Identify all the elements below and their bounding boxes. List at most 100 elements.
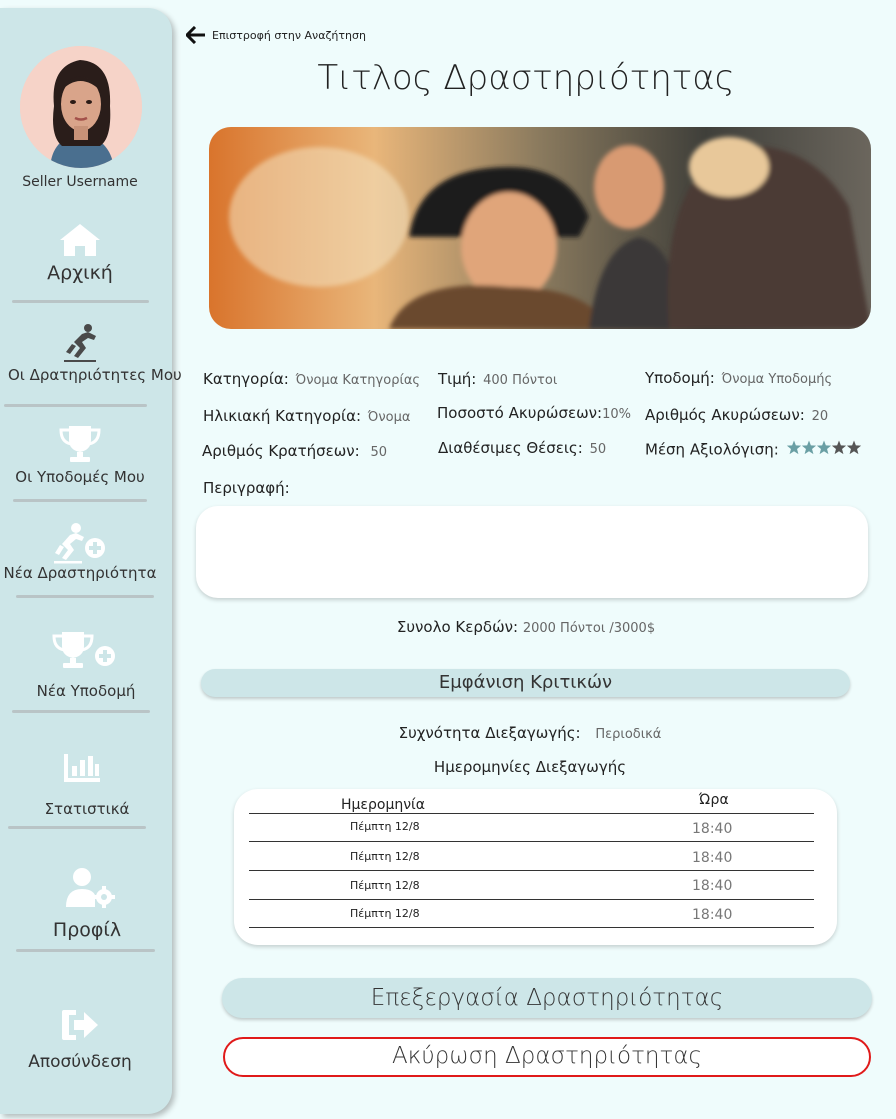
star-filled-icon <box>801 440 816 455</box>
user-gear-icon <box>66 868 115 908</box>
price-field: Τιμή: 400 Πόντοι <box>438 370 557 388</box>
skater-plus-icon <box>54 523 105 564</box>
facility-field: Υποδομή: Όνομα Υποδομής <box>645 369 832 387</box>
trophy-plus-icon <box>52 632 115 668</box>
price-label: Τιμή: <box>438 370 477 388</box>
frequency-field: Συχνότητα Διεξαγωγής: Περιοδικά <box>200 724 860 742</box>
time-column-header: Ώρα <box>699 792 729 808</box>
table-row-time: 18:40 <box>692 878 733 894</box>
category-label: Κατηγορία: <box>203 370 289 388</box>
cancel-rate-value: 10% <box>602 407 632 422</box>
available-seats-value: 50 <box>589 442 607 457</box>
back-to-search-link[interactable]: Επιστροφή στην Αναζήτηση <box>186 26 366 44</box>
cancel-activity-button[interactable]: Ακύρωση Δραστηριότητας <box>223 1037 871 1077</box>
bar-chart-icon <box>64 754 100 782</box>
facility-value: Όνομα Υποδομής <box>721 372 833 387</box>
sidebar-item-label: Προφίλ <box>52 919 122 941</box>
table-row-date: Πέμπτη 12/8 <box>350 879 420 892</box>
earnings-label: Συνολο Κερδών: <box>396 618 519 636</box>
table-row-date: Πέμπτη 12/8 <box>350 850 420 863</box>
star-filled-icon <box>816 440 831 455</box>
arrow-left-icon <box>186 26 205 44</box>
sidebar-item-label: Στατιστικά <box>44 800 130 818</box>
sidebar-item-new-facility[interactable]: Νέα Υποδομή <box>0 630 160 700</box>
total-earnings: Συνολο Κερδών: 2000 Πόντοι /3000$ <box>200 618 852 636</box>
sidebar-item-label: Νέα Υποδομή <box>36 682 136 700</box>
table-row-time: 18:40 <box>692 907 733 923</box>
table-row-time: 18:40 <box>692 821 733 837</box>
sidebar-item-home[interactable]: Αρχική <box>0 222 160 284</box>
available-seats-field: Διαθέσιμες Θέσεις: 50 <box>438 439 606 457</box>
divider <box>249 870 814 871</box>
sidebar-item-statistics[interactable]: Στατιστικά <box>0 752 160 818</box>
category-field: Κατηγορία: Όνομα Κατηγορίας <box>203 370 420 388</box>
sidebar-item-label: Αρχική <box>47 262 113 284</box>
frequency-value: Περιοδικά <box>595 727 662 742</box>
seller-username: Seller Username <box>22 174 138 190</box>
page-title: Τιτλος Δραστηριότητας <box>317 58 735 98</box>
logout-button[interactable]: Αποσύνδεση <box>0 1008 160 1072</box>
bookings-value: 50 <box>370 445 388 460</box>
rating-label: Μέση Αξιολόγιση: <box>645 440 779 459</box>
back-link-label: Επιστροφή στην Αναζήτηση <box>212 28 366 42</box>
divider <box>4 404 147 407</box>
sidebar-item-my-facilities[interactable]: Οι Υποδομές Μου <box>0 424 160 486</box>
divider <box>16 949 155 952</box>
divider <box>249 927 814 928</box>
avatar <box>20 46 142 168</box>
logout-icon <box>62 1010 98 1040</box>
star-empty-icon <box>846 440 861 455</box>
table-row-time: 18:40 <box>692 850 733 866</box>
edit-activity-button[interactable]: Επεξεργασία Δραστηριότητας <box>222 978 872 1018</box>
bookings-label: Αριθμός Κρατήσεων: <box>202 442 360 460</box>
table-row-date: Πέμπτη 12/8 <box>350 820 420 833</box>
sidebar-item-label: Οι Δρατηριότητες Μου <box>8 366 182 384</box>
divider <box>249 841 814 842</box>
sidebar-item-label: Αποσύνδεση <box>28 1052 132 1072</box>
star-empty-icon <box>831 440 846 455</box>
divider <box>12 710 150 713</box>
earnings-value: 2000 Πόντοι /3000$ <box>522 621 656 636</box>
cancellations-field: Αριθμός Ακυρώσεων: 20 <box>645 406 828 424</box>
activity-photo <box>209 127 871 329</box>
sidebar-item-label: Οι Υποδομές Μου <box>15 468 145 486</box>
schedule-table: Ημερομηνία Ώρα Πέμπτη 12/8 18:40 Πέμπτη … <box>234 789 837 945</box>
age-category-value: Όνομα <box>367 410 411 425</box>
sidebar-item-label: Νέα Δραστηριότητα <box>3 564 157 582</box>
trophy-icon <box>59 426 101 462</box>
divider <box>249 813 814 814</box>
dates-title: Ημερομηνίες Διεξαγωγής <box>433 758 627 776</box>
cancellations-label: Αριθμός Ακυρώσεων: <box>645 406 805 424</box>
age-category-field: Ηλικιακή Κατηγορία: Όνομα <box>203 407 410 425</box>
divider <box>12 300 149 303</box>
divider <box>8 826 146 829</box>
divider <box>249 899 814 900</box>
home-icon <box>60 224 100 256</box>
cancel-rate-label: Ποσοστό Ακυρώσεων: <box>437 404 603 422</box>
facility-label: Υποδομή: <box>645 369 715 387</box>
divider <box>16 595 154 598</box>
description-box <box>196 506 868 598</box>
description-label: Περιγραφή: <box>203 479 290 497</box>
rating-field: Μέση Αξιολόγιση: <box>645 440 863 460</box>
table-row-date: Πέμπτη 12/8 <box>350 907 420 920</box>
star-filled-icon <box>786 440 801 455</box>
category-value: Όνομα Κατηγορίας <box>295 373 421 388</box>
frequency-label: Συχνότητα Διεξαγωγής: <box>398 724 581 742</box>
show-reviews-button[interactable]: Εμφάνιση Κριτικών <box>201 669 850 697</box>
date-column-header: Ημερομηνία <box>341 797 426 813</box>
divider <box>13 499 147 502</box>
bookings-field: Αριθμός Κρατήσεων: 50 <box>202 442 387 460</box>
age-category-label: Ηλικιακή Κατηγορία: <box>203 407 362 425</box>
sidebar-item-profile[interactable]: Προφίλ <box>0 867 160 941</box>
sidebar-item-my-activities[interactable]: Οι Δρατηριότητες Μου <box>0 322 182 384</box>
description-text <box>196 506 868 534</box>
cancel-rate-field: Ποσοστό Ακυρώσεων:10% <box>437 404 631 422</box>
available-seats-label: Διαθέσιμες Θέσεις: <box>438 439 583 457</box>
price-value: 400 Πόντοι <box>483 373 558 388</box>
rating-stars <box>786 440 863 460</box>
sidebar: Seller Username Αρχική Οι Δρατηριότητες … <box>0 8 182 1114</box>
sidebar-item-new-activity[interactable]: Νέα Δραστηριότητα <box>0 522 160 582</box>
skater-icon <box>64 324 96 362</box>
cancellations-value: 20 <box>811 409 829 424</box>
